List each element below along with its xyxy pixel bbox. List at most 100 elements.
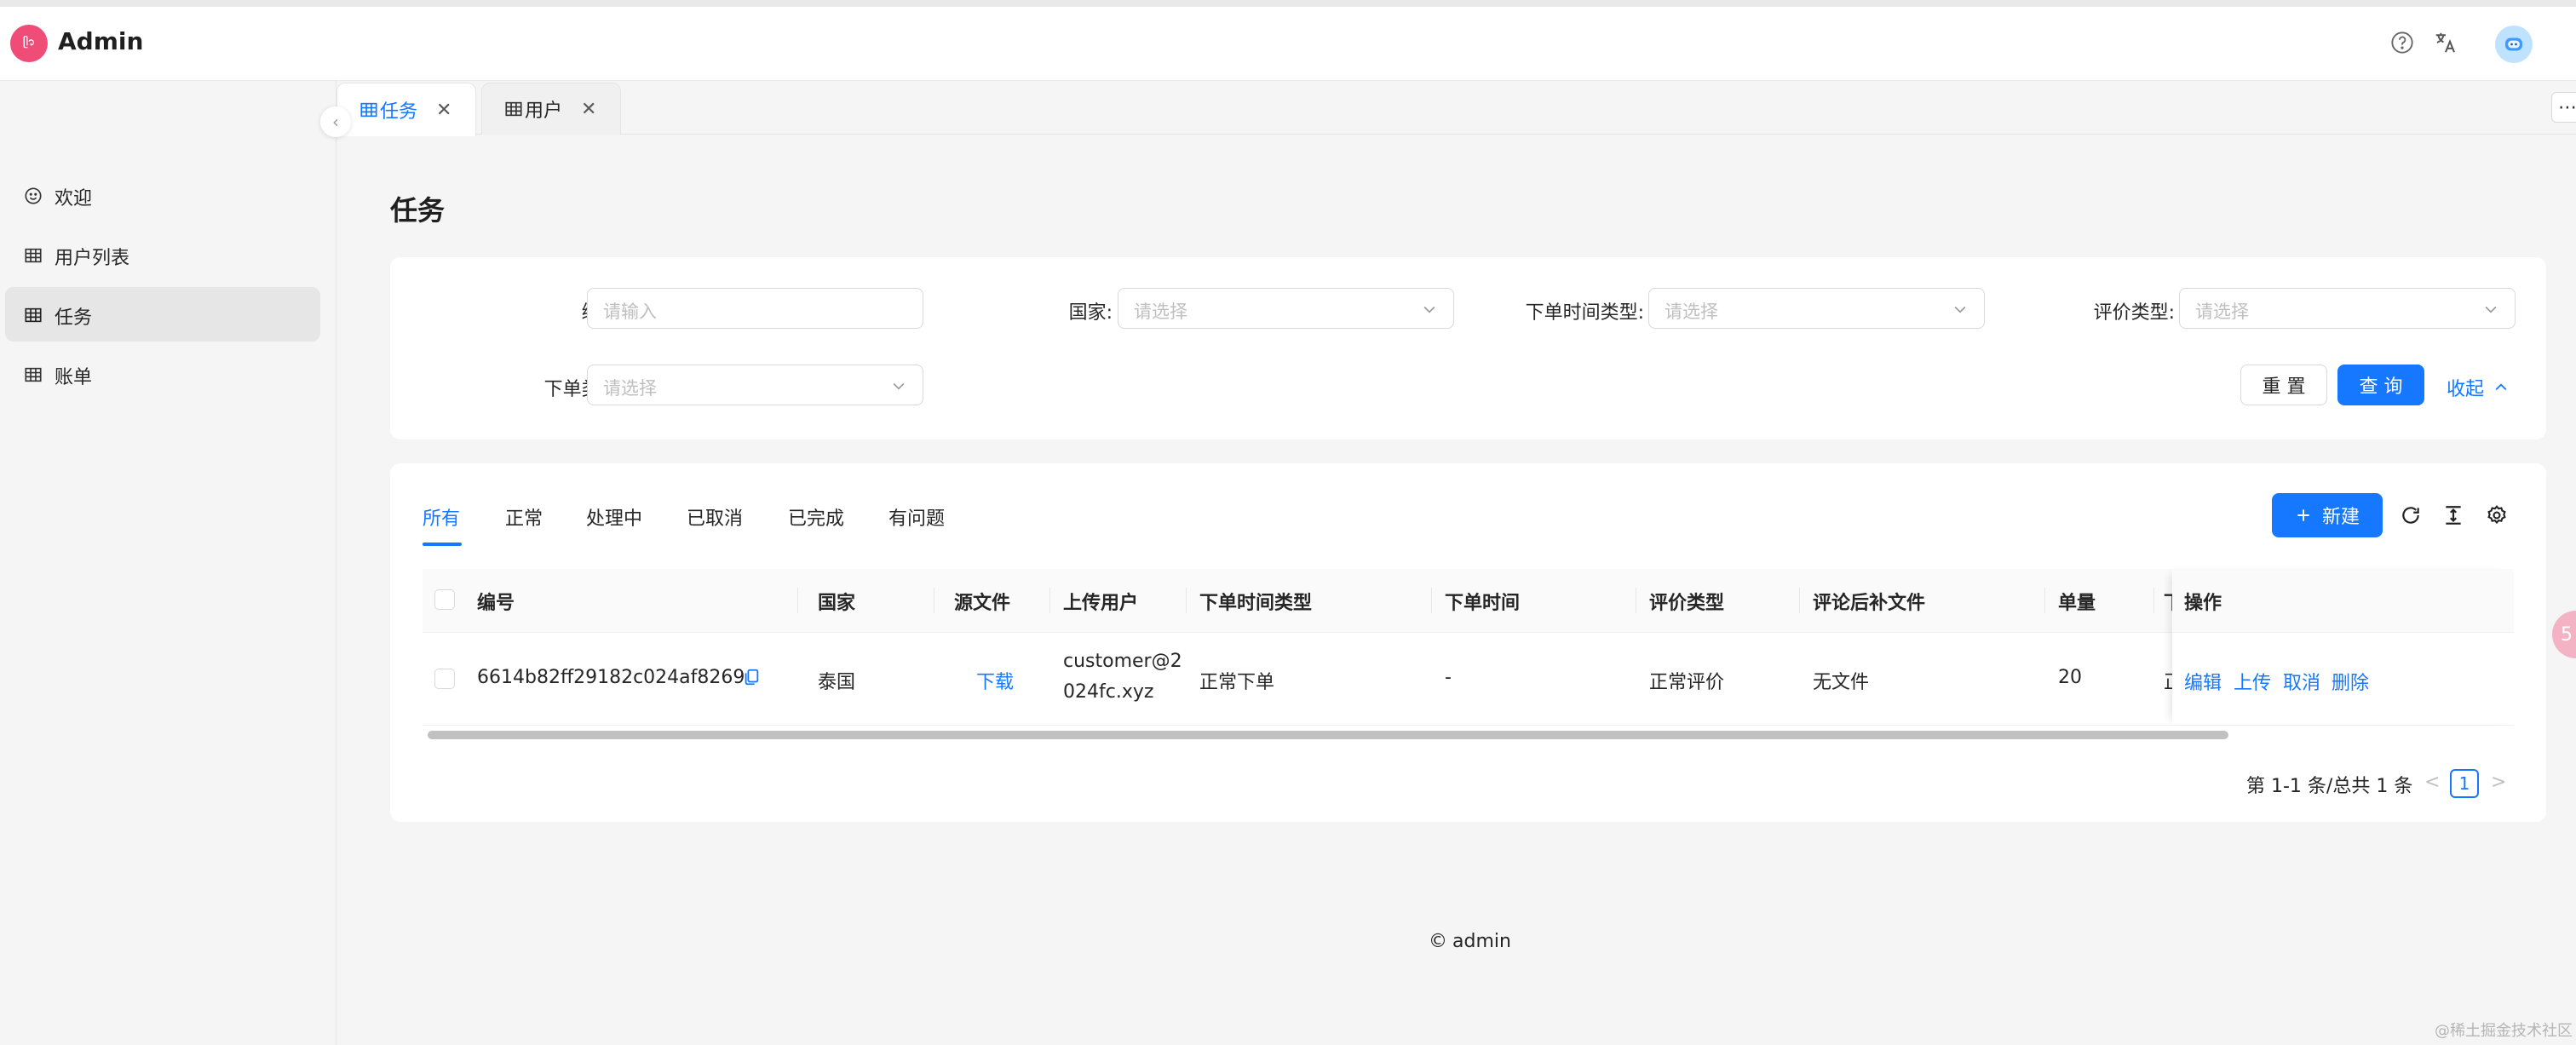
close-icon[interactable]: ✕ xyxy=(581,99,596,120)
watermark: @稀土掘金技术社区 xyxy=(2435,1022,2573,1040)
sidebar-item-label: 用户列表 xyxy=(55,248,130,269)
status-tab-all[interactable]: 所有 xyxy=(423,503,460,531)
cell-order-time: - xyxy=(1445,667,1452,688)
row-checkbox[interactable] xyxy=(434,669,455,689)
column-height-icon[interactable] xyxy=(2441,502,2466,528)
pagination-total: 第 1-1 条/总共 1 条 xyxy=(2246,776,2413,797)
review-type-select[interactable]: 请选择 xyxy=(2179,288,2516,329)
copy-icon[interactable] xyxy=(742,667,761,687)
active-tab-indicator xyxy=(423,543,462,546)
cell-review-file: 无文件 xyxy=(1813,672,1870,693)
sidebar-item-bills[interactable]: 账单 xyxy=(5,347,320,401)
column-divider xyxy=(2153,588,2154,613)
edit-link[interactable]: 编辑 xyxy=(2184,668,2222,695)
col-header-id[interactable]: 编号 xyxy=(477,588,515,615)
order-time-type-select[interactable]: 请选择 xyxy=(1648,288,1985,329)
col-header-source-file[interactable]: 源文件 xyxy=(954,588,1010,615)
column-divider xyxy=(1431,588,1432,613)
prev-page-button[interactable]: < xyxy=(2424,772,2440,793)
order-type-select[interactable]: 请选择 xyxy=(587,365,923,405)
column-divider xyxy=(797,588,798,613)
scrollbar-thumb[interactable] xyxy=(428,731,2228,739)
chevron-down-icon xyxy=(2482,301,2499,318)
status-tab-problem[interactable]: 有问题 xyxy=(888,503,945,531)
download-link[interactable]: 下载 xyxy=(976,667,1014,694)
delete-link[interactable]: 删除 xyxy=(2332,668,2369,695)
col-header-order-time-type[interactable]: 下单时间类型 xyxy=(1199,588,1312,615)
sidebar-item-label: 欢迎 xyxy=(55,188,93,210)
placeholder: 请选择 xyxy=(1665,301,1718,322)
page-tab-bar: 任务 ✕ 用户 ✕ xyxy=(336,81,2576,136)
placeholder: 请选择 xyxy=(2195,301,2249,322)
sidebar-item-label: 账单 xyxy=(55,367,93,388)
top-header: ᥫ᭡ Admin xyxy=(0,7,2576,81)
robot-avatar-icon[interactable] xyxy=(2495,26,2533,63)
column-divider xyxy=(2044,588,2045,613)
sidebar-item-tasks[interactable]: 任务 xyxy=(5,287,320,342)
col-header-review-type[interactable]: 评价类型 xyxy=(1649,588,1724,615)
col-header-quantity[interactable]: 单量 xyxy=(2058,588,2096,615)
status-tab-cancelled[interactable]: 已取消 xyxy=(687,503,743,531)
question-circle-icon[interactable] xyxy=(2385,26,2419,60)
country-select[interactable]: 请选择 xyxy=(1118,288,1454,329)
col-header-review-file[interactable]: 评论后补文件 xyxy=(1813,588,1925,615)
sidebar-collapse-button[interactable]: ‹ xyxy=(320,106,351,137)
placeholder: 请选择 xyxy=(1134,301,1187,322)
col-header-partial[interactable]: 下 xyxy=(2164,588,2172,615)
col-header-order-time[interactable]: 下单时间 xyxy=(1445,588,1520,615)
column-divider xyxy=(1049,588,1050,613)
setting-icon[interactable] xyxy=(2484,502,2510,528)
table-icon xyxy=(24,306,43,324)
status-tab-processing[interactable]: 处理中 xyxy=(586,503,642,531)
horizontal-scrollbar[interactable] xyxy=(423,729,2514,741)
column-divider xyxy=(1799,588,1800,613)
sidebar-item-label: 任务 xyxy=(55,307,93,329)
page-title: 任务 xyxy=(390,194,446,227)
cell-partial: 正 xyxy=(2164,667,2172,694)
reset-button[interactable]: 重 置 xyxy=(2240,365,2327,405)
cancel-link[interactable]: 取消 xyxy=(2283,668,2320,695)
smile-icon xyxy=(24,187,43,205)
app-logo[interactable]: ᥫ᭡ xyxy=(10,25,48,62)
next-page-button[interactable]: > xyxy=(2491,772,2506,793)
translate-icon[interactable] xyxy=(2429,26,2463,60)
chevron-down-icon xyxy=(1421,301,1438,318)
tab-users[interactable]: 用户 ✕ xyxy=(481,83,621,135)
close-icon[interactable]: ✕ xyxy=(436,100,451,121)
query-button[interactable]: 查 询 xyxy=(2337,365,2424,405)
field-label-country: 国家: xyxy=(1068,302,1113,324)
select-all-checkbox[interactable] xyxy=(434,589,455,610)
status-tab-completed[interactable]: 已完成 xyxy=(788,503,844,531)
col-header-country[interactable]: 国家 xyxy=(818,588,855,615)
collapse-link[interactable]: 收起 xyxy=(2447,374,2510,401)
app-brand-title[interactable]: Admin xyxy=(58,27,143,55)
chevron-up-icon xyxy=(2493,379,2510,396)
cell-review-type: 正常评价 xyxy=(1649,672,1725,693)
floating-assistant-button[interactable]: 5 xyxy=(2552,611,2576,658)
reload-icon[interactable] xyxy=(2398,502,2424,528)
table-icon xyxy=(359,100,378,119)
fixed-actions-column xyxy=(2172,569,2514,725)
id-input[interactable]: 请输入 xyxy=(587,288,923,329)
plus-icon xyxy=(2295,507,2312,524)
table-icon xyxy=(24,365,43,384)
chevron-down-icon xyxy=(890,377,907,394)
cell-quantity: 20 xyxy=(2058,667,2082,688)
window-top-strip xyxy=(0,0,2576,7)
status-tab-normal[interactable]: 正常 xyxy=(505,503,543,531)
cell-upload-user-line1: customer@2 xyxy=(1063,651,1182,672)
tab-tasks[interactable]: 任务 ✕ xyxy=(336,83,476,136)
col-header-upload-user[interactable]: 上传用户 xyxy=(1063,588,1138,615)
sidebar-item-users[interactable]: 用户列表 xyxy=(5,227,320,282)
copyright-icon: © xyxy=(1429,931,1447,952)
cell-order-time-type: 正常下单 xyxy=(1199,672,1275,693)
page-number-button[interactable]: 1 xyxy=(2450,769,2479,798)
footer-text: admin xyxy=(1452,931,1511,952)
cell-upload-user-line2: 024fc.xyz xyxy=(1063,681,1154,703)
sidebar-item-welcome[interactable]: 欢迎 xyxy=(5,168,320,222)
more-tabs-button[interactable]: ⋯ xyxy=(2551,92,2576,123)
new-button[interactable]: 新建 xyxy=(2272,493,2383,537)
sidebar: 欢迎 用户列表 任务 账单 xyxy=(0,81,336,1045)
upload-link[interactable]: 上传 xyxy=(2234,668,2271,695)
collapse-label: 收起 xyxy=(2447,379,2485,400)
